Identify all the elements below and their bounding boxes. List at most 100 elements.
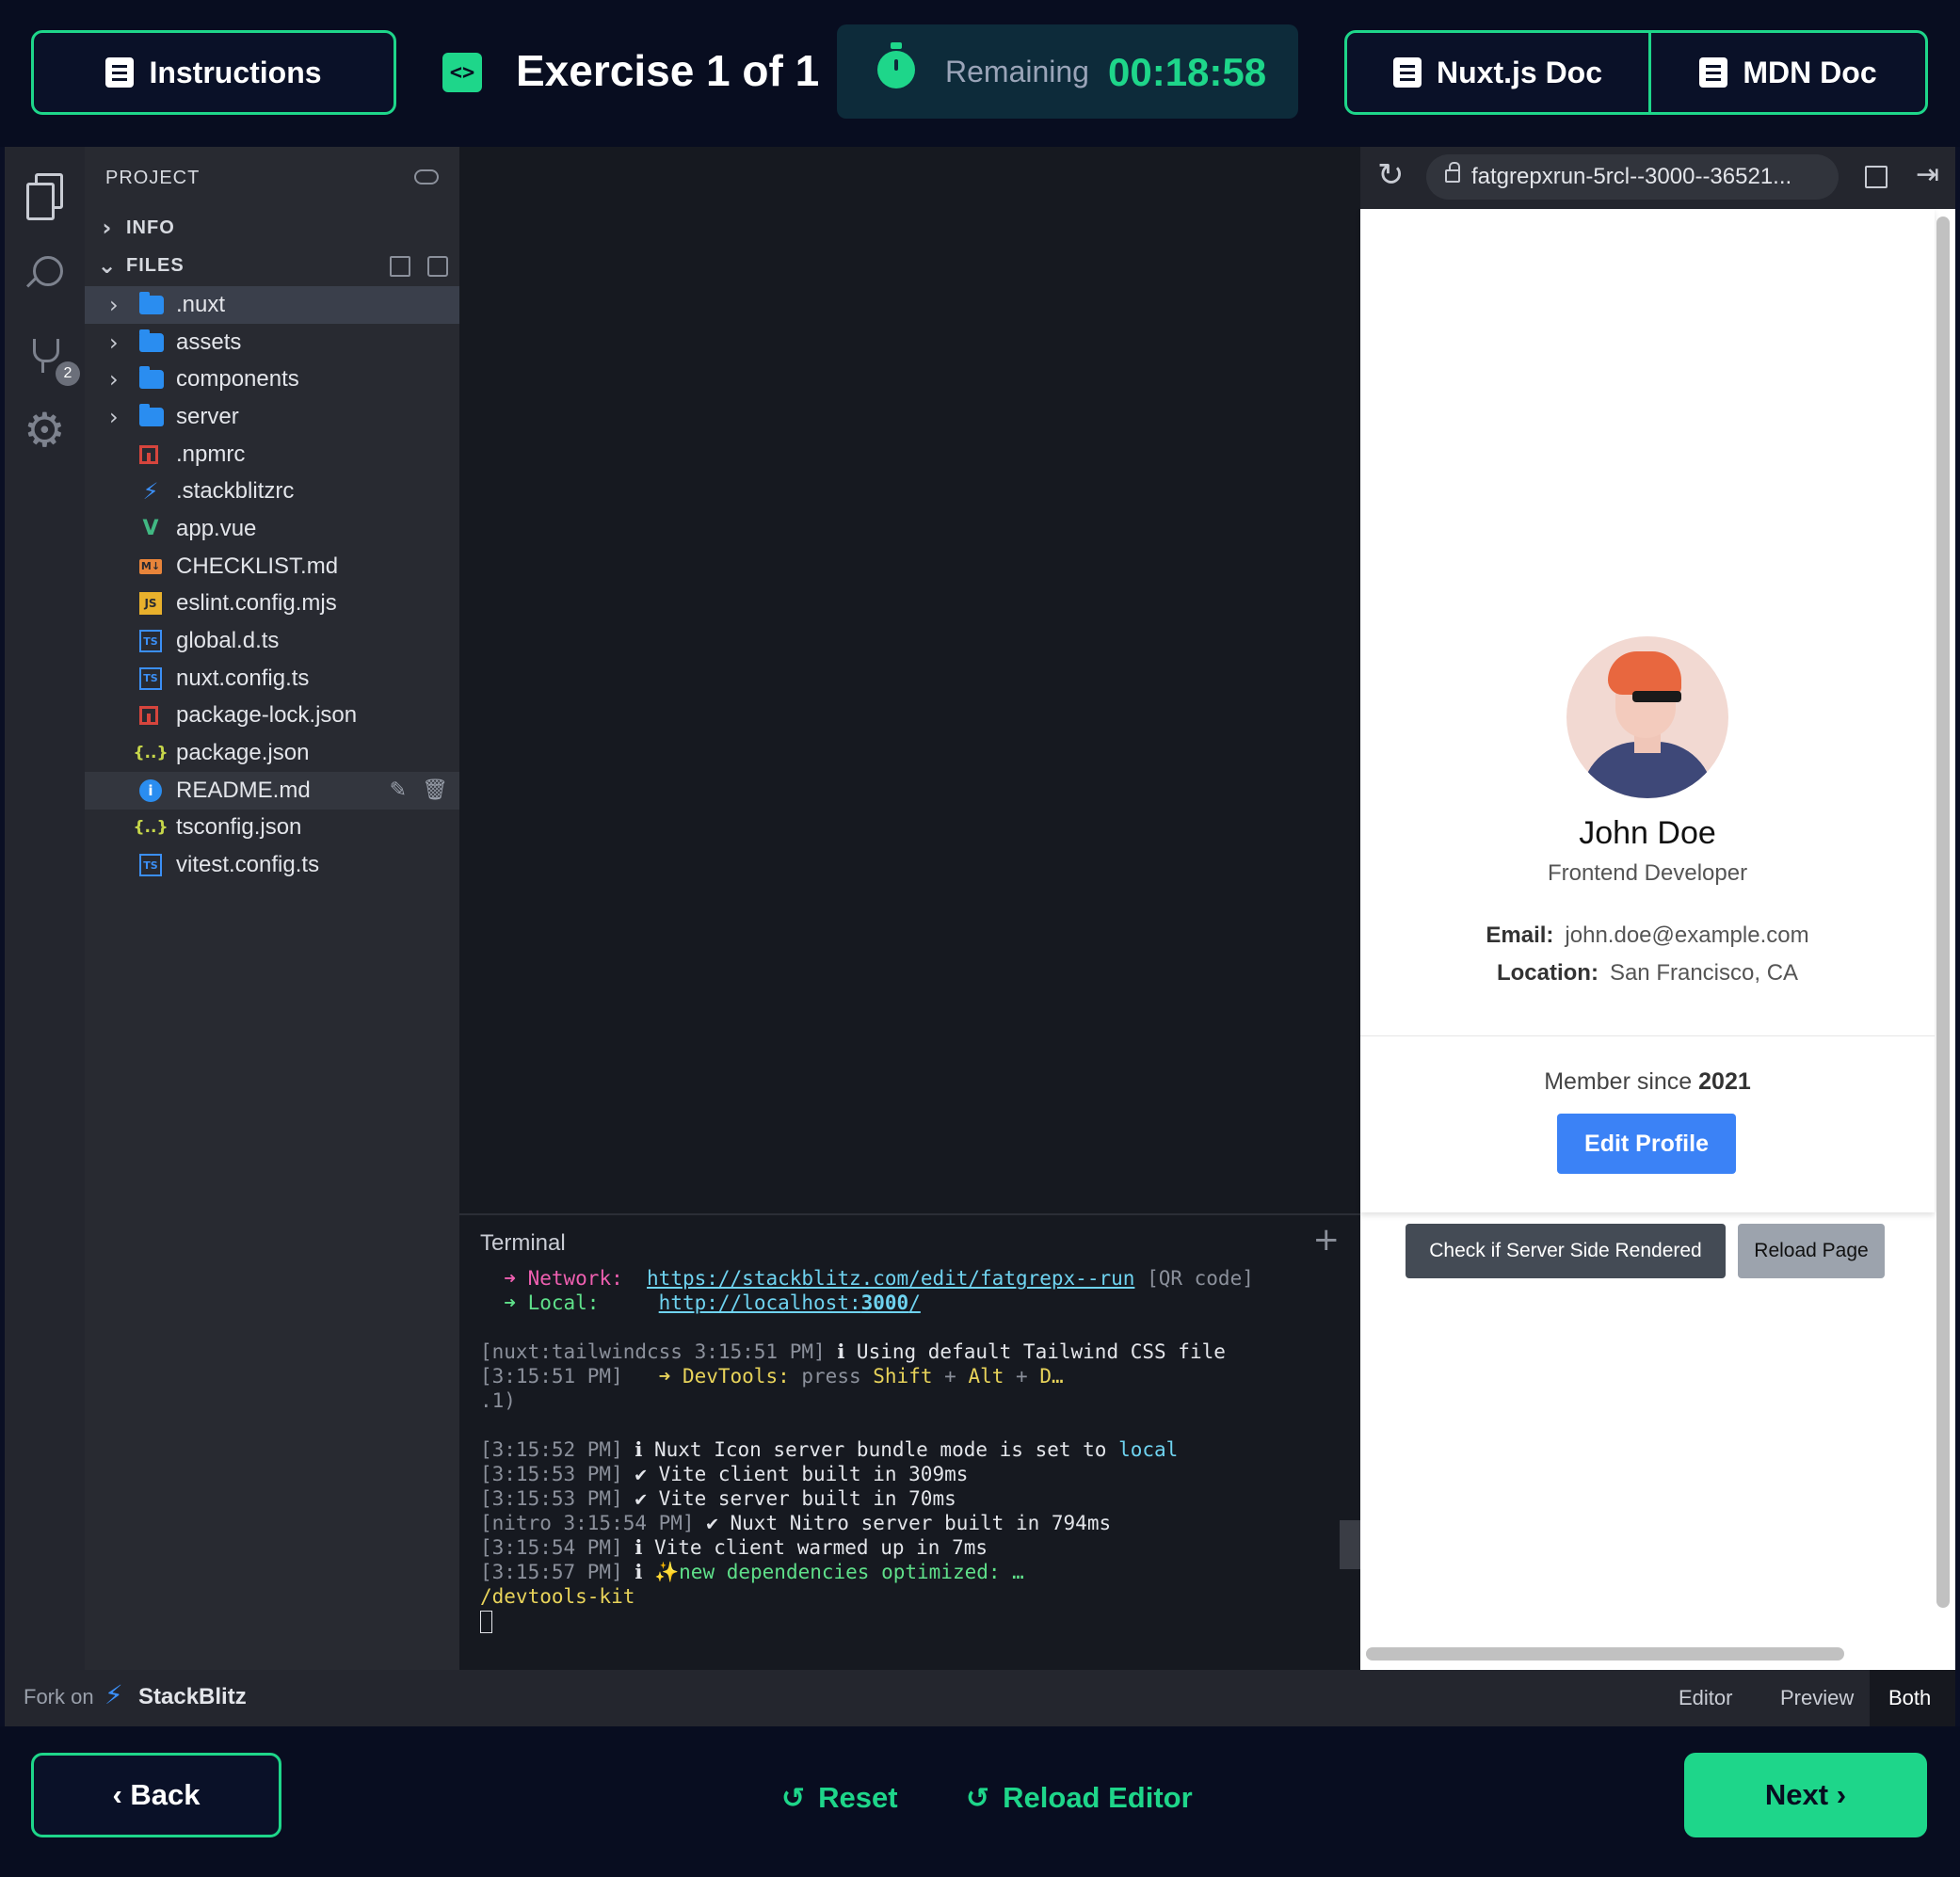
tree-item-label: .nuxt: [176, 291, 226, 317]
tree-item-checklist[interactable]: M↓ CHECKLIST.md: [85, 548, 459, 586]
chevron-right-icon: ›: [109, 403, 119, 430]
tree-item-label: global.d.ts: [176, 628, 280, 654]
search-icon[interactable]: [24, 252, 67, 296]
ssr-check-button[interactable]: Check if Server Side Rendered: [1406, 1224, 1726, 1278]
npm-icon: [139, 444, 158, 464]
tree-item-stackblitzrc[interactable]: ⚡ .stackblitzrc: [85, 473, 459, 510]
delete-trash-icon[interactable]: 🗑: [422, 778, 448, 802]
mdn-doc-button[interactable]: MDN Doc: [1651, 33, 1925, 112]
member-since-year: 2021: [1698, 1068, 1751, 1095]
preview-url: fatgrepxrun-5rcl--3000--36521...: [1471, 164, 1792, 189]
json-icon: {..}: [133, 818, 169, 838]
terminal-text: 3000: [860, 1291, 909, 1314]
horizontal-scrollbar[interactable]: [1366, 1647, 1844, 1660]
fork-label: Fork on: [24, 1685, 94, 1709]
typescript-icon: TS: [139, 666, 162, 690]
tree-item-label: package-lock.json: [176, 702, 358, 729]
view-tab-preview[interactable]: Preview: [1761, 1670, 1872, 1726]
network-url-link[interactable]: https://stackblitz.com/edit/fatgrepx--ru…: [647, 1267, 1134, 1290]
rename-pencil-icon[interactable]: ✎: [390, 778, 407, 802]
refresh-icon[interactable]: ↻: [1377, 156, 1405, 194]
location-label: Location:: [1496, 960, 1599, 986]
reset-icon: ↺: [781, 1781, 806, 1815]
timer-label: Remaining: [945, 55, 1089, 88]
terminal-text: +: [1016, 1365, 1028, 1388]
folder-icon: [139, 366, 164, 390]
tree-item-package-json[interactable]: {..} package.json: [85, 734, 459, 772]
tree-item-nuxt-config[interactable]: TS nuxt.config.ts: [85, 660, 459, 698]
open-external-icon[interactable]: [1865, 166, 1888, 188]
terminal-panel[interactable]: Terminal + ➜ Network: https://stackblitz…: [459, 1213, 1360, 1670]
terminal-text: [nitro 3:15:54 PM]: [480, 1512, 695, 1534]
tree-item-tsconfig[interactable]: {..} tsconfig.json: [85, 810, 459, 847]
tree-item-vitest-config[interactable]: TS vitest.config.ts: [85, 846, 459, 884]
reset-button[interactable]: ↺ Reset: [781, 1781, 898, 1815]
tree-item-global-d-ts[interactable]: TS global.d.ts: [85, 622, 459, 660]
tree-item-app-vue[interactable]: V app.vue: [85, 510, 459, 548]
tree-item-label: nuxt.config.ts: [176, 665, 310, 691]
tree-item-npmrc[interactable]: .npmrc: [85, 436, 459, 473]
npm-icon: [139, 706, 158, 726]
location-line: Location: San Francisco, CA: [1360, 960, 1935, 987]
tree-item-assets[interactable]: › assets: [85, 324, 459, 361]
vertical-scrollbar[interactable]: [1936, 217, 1950, 1608]
section-info[interactable]: › INFO: [85, 209, 459, 247]
tree-item-readme[interactable]: i README.md ✎ 🗑: [85, 771, 459, 810]
preview-pane: ↻ fatgrepxrun-5rcl--3000--36521... ⇥ Joh…: [1360, 147, 1955, 1670]
preview-content: John Doe Frontend Developer Email: john.d…: [1360, 209, 1955, 1670]
tree-item-label: README.md: [176, 777, 311, 803]
new-folder-icon[interactable]: [427, 256, 448, 277]
editor-area[interactable]: [459, 147, 1360, 1213]
nuxt-doc-button[interactable]: Nuxt.js Doc: [1347, 33, 1651, 112]
chevron-right-icon: ›: [109, 366, 119, 393]
next-button[interactable]: Next ›: [1684, 1753, 1927, 1837]
doc-links: Nuxt.js Doc MDN Doc: [1344, 30, 1928, 115]
cloud-download-icon[interactable]: [414, 169, 439, 184]
tree-item-server[interactable]: › server: [85, 398, 459, 436]
terminal-text: [3:15:52 PM]: [480, 1438, 623, 1461]
folder-icon: [139, 291, 164, 314]
new-file-icon[interactable]: [390, 256, 410, 277]
local-url-link[interactable]: http://localhost:3000/: [659, 1291, 921, 1314]
terminal-text: .1): [480, 1389, 516, 1412]
terminal-text: /: [908, 1291, 921, 1314]
terminal-text: ➜ Network:: [504, 1267, 623, 1290]
terminal-text: [3:15:57 PM]: [480, 1561, 623, 1583]
reload-editor-button[interactable]: ↺ Reload Editor: [966, 1781, 1193, 1815]
section-files[interactable]: ⌄ FILES: [85, 247, 459, 284]
tree-item-label: eslint.config.mjs: [176, 590, 337, 617]
preview-toolbar: ↻ fatgrepxrun-5rcl--3000--36521... ⇥: [1360, 147, 1955, 209]
tree-item-label: .npmrc: [176, 441, 246, 467]
tree-item-package-lock[interactable]: package-lock.json: [85, 698, 459, 735]
info-icon: i: [139, 778, 162, 802]
terminal-text: D…: [1039, 1365, 1064, 1388]
add-terminal-icon[interactable]: +: [1313, 1221, 1341, 1259]
instructions-button[interactable]: Instructions: [31, 30, 396, 115]
top-bar: Instructions <> Exercise 1 of 1 Remainin…: [0, 0, 1960, 147]
terminal-scrollbar[interactable]: [1340, 1520, 1360, 1569]
edit-profile-button[interactable]: Edit Profile: [1557, 1114, 1736, 1174]
avatar-hair: [1608, 651, 1681, 695]
fork-on-stackblitz-link[interactable]: StackBlitz: [138, 1684, 247, 1710]
collapse-panel-icon[interactable]: ⇥: [1916, 158, 1939, 191]
reload-page-button[interactable]: Reload Page: [1738, 1224, 1885, 1278]
chevron-right-icon: ›: [102, 215, 113, 241]
tree-item-eslint-config[interactable]: JS eslint.config.mjs: [85, 586, 459, 623]
file-tree: › .nuxt › assets › components › server .…: [85, 286, 459, 884]
nuxt-doc-label: Nuxt.js Doc: [1436, 55, 1603, 89]
files-label: FILES: [126, 254, 185, 276]
email-label: Email:: [1486, 922, 1554, 948]
gear-icon[interactable]: [24, 403, 67, 457]
tree-item-nuxt[interactable]: › .nuxt: [85, 286, 459, 324]
member-since: Member since 2021: [1360, 1068, 1935, 1096]
tree-item-components[interactable]: › components: [85, 361, 459, 398]
files-icon[interactable]: [24, 173, 67, 220]
location-value: San Francisco, CA: [1609, 960, 1799, 986]
tree-item-label: components: [176, 366, 299, 393]
tree-item-label: .stackblitzrc: [176, 478, 295, 505]
view-tab-editor[interactable]: Editor: [1660, 1670, 1751, 1726]
back-button[interactable]: ‹ Back: [31, 1753, 281, 1837]
preview-url-bar[interactable]: fatgrepxrun-5rcl--3000--36521...: [1426, 154, 1839, 200]
view-tab-both[interactable]: Both: [1870, 1670, 1955, 1726]
terminal-text: ℹ Using default Tailwind CSS file: [837, 1340, 1226, 1363]
